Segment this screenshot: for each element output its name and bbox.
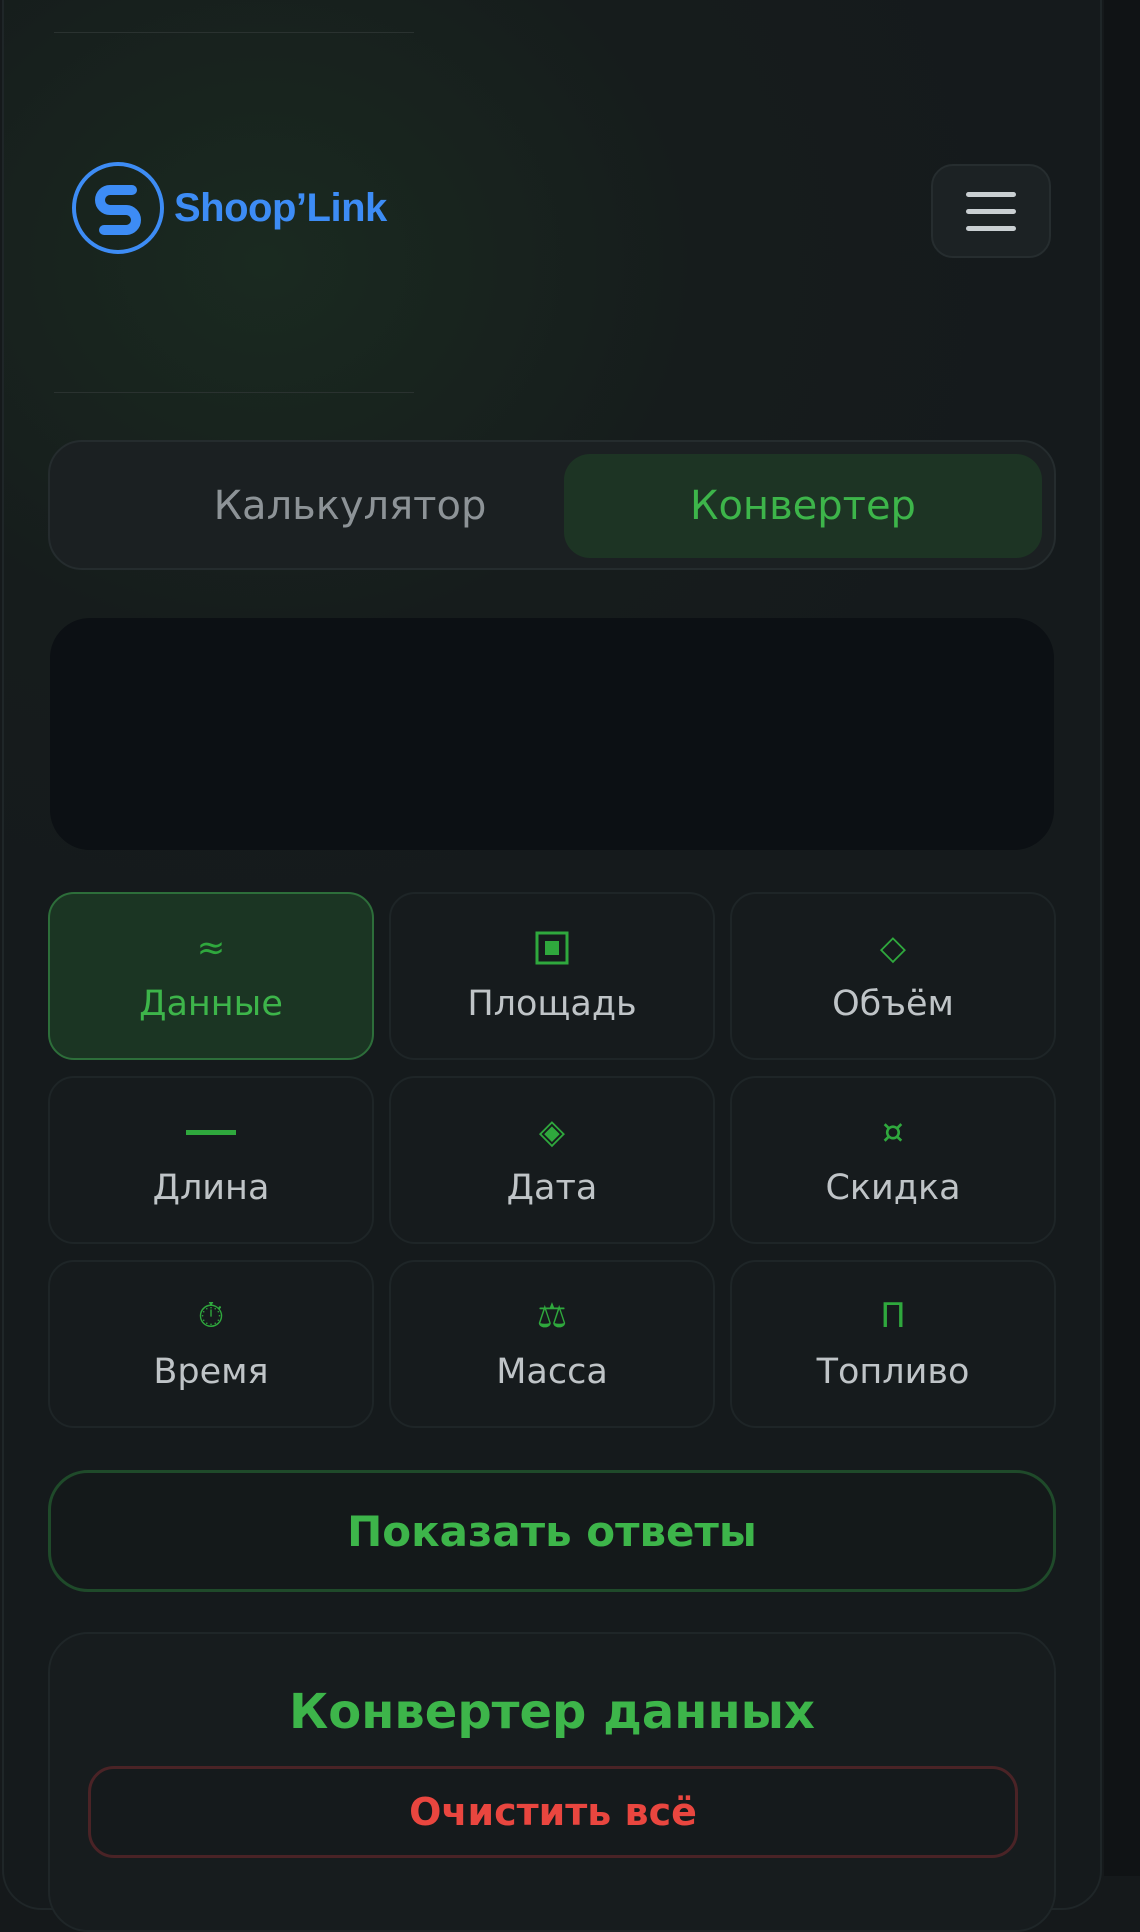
hamburger-menu-icon xyxy=(966,225,1016,231)
hamburger-menu-icon xyxy=(966,191,1016,197)
brand-name: Shoop’Link xyxy=(174,185,387,230)
category-length-button[interactable]: Длина xyxy=(48,1076,374,1244)
hamburger-menu-icon xyxy=(966,208,1016,214)
menu-button[interactable] xyxy=(931,164,1051,258)
line-icon xyxy=(186,1108,236,1156)
mode-tabs: Калькулятор Конвертер xyxy=(48,440,1056,570)
category-date-button[interactable]: ◈ Дата xyxy=(389,1076,715,1244)
tab-converter[interactable]: Конвертер xyxy=(564,454,1042,558)
approx-icon: ≈ xyxy=(196,928,226,968)
category-label: Топливо xyxy=(816,1352,970,1392)
category-fuel-button[interactable]: Π Топливо xyxy=(730,1260,1056,1428)
category-data-button[interactable]: ≈ Данные xyxy=(48,892,374,1060)
category-label: Площадь xyxy=(467,984,637,1024)
category-label: Длина xyxy=(152,1168,270,1208)
category-label: Время xyxy=(153,1352,269,1392)
card-title: Конвертер данных xyxy=(289,1684,815,1740)
result-display xyxy=(50,618,1054,850)
clear-all-button[interactable]: Очистить всё xyxy=(88,1766,1018,1858)
scales-icon: ⚖ xyxy=(536,1296,568,1336)
category-volume-button[interactable]: ◇ Объём xyxy=(730,892,1056,1060)
currency-icon: ¤ xyxy=(882,1112,904,1152)
show-answers-button[interactable]: Показать ответы xyxy=(48,1470,1056,1592)
divider xyxy=(54,32,414,33)
category-label: Масса xyxy=(496,1352,608,1392)
divider xyxy=(54,392,414,393)
diamond-filled-icon: ◈ xyxy=(538,1112,566,1152)
pi-icon: Π xyxy=(880,1296,906,1336)
shooplink-logo-icon xyxy=(72,162,164,254)
diamond-outline-icon: ◇ xyxy=(879,928,907,968)
data-converter-card: Конвертер данных Очистить всё xyxy=(48,1632,1056,1932)
stopwatch-icon: ⏱ xyxy=(197,1296,225,1336)
category-area-button[interactable]: Площадь xyxy=(389,892,715,1060)
category-discount-button[interactable]: ¤ Скидка xyxy=(730,1076,1056,1244)
category-time-button[interactable]: ⏱ Время xyxy=(48,1260,374,1428)
app-screen: Shoop’Link Калькулятор Конвертер ≈ Данны… xyxy=(0,0,1140,1932)
category-label: Дата xyxy=(506,1168,598,1208)
tab-calculator[interactable]: Калькулятор xyxy=(110,454,590,558)
category-label: Данные xyxy=(139,984,283,1024)
page-edge xyxy=(1104,0,1140,1876)
category-mass-button[interactable]: ⚖ Масса xyxy=(389,1260,715,1428)
category-label: Скидка xyxy=(825,1168,961,1208)
brand-logo[interactable]: Shoop’Link xyxy=(70,160,387,256)
square-icon xyxy=(535,924,569,972)
category-label: Объём xyxy=(832,984,954,1024)
